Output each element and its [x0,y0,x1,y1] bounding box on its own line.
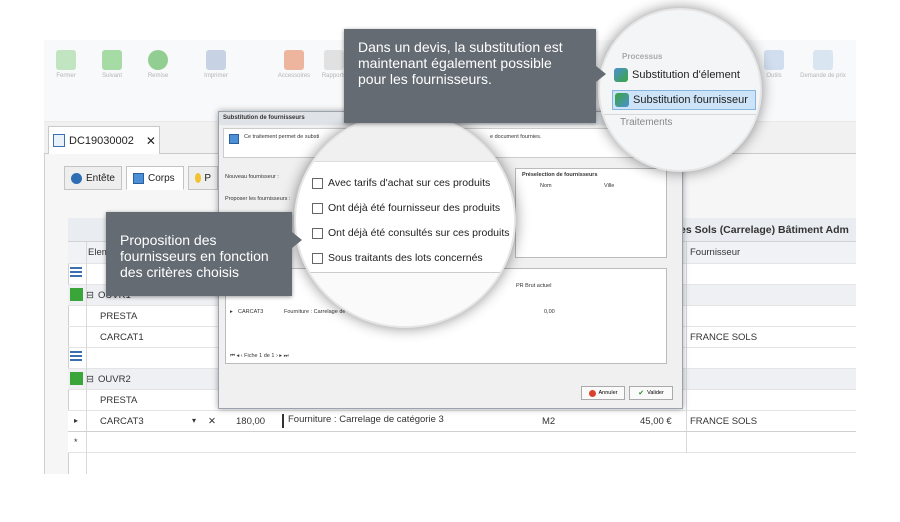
column-divider [86,242,87,474]
checkbox[interactable] [312,202,323,214]
tab-third[interactable]: P [188,166,218,190]
document-tab[interactable]: DC19030002 ✕ [48,126,160,154]
checkbox[interactable] [312,227,323,239]
ribbon-button-accessoires[interactable]: Accessoires [274,50,314,79]
callout-arrow [596,66,606,82]
document-tab-title: DC19030002 [69,134,134,147]
table-row-editing[interactable]: ▸ CARCAT3 ▾ ✕ 180,00 Fourniture : Carrel… [68,411,856,432]
option-deja-consultes[interactable]: Ont déjà été consultés sur ces produits [312,227,510,239]
ribbon-button-demande-prix[interactable]: Demande de prix [798,50,848,79]
expand-icon[interactable]: ⊟ [86,290,94,301]
option-sous-traitants[interactable]: Sous traitants des lots concernés [312,252,483,264]
close-icon[interactable]: ✕ [146,134,156,148]
magnifier-options: Avec tarifs d'achat sur ces produits Ont… [294,112,516,328]
entete-icon [71,172,82,184]
pager[interactable]: ⏮ ◂ ‹ Fiche 1 de 1 › ▸ ⏭ [230,353,289,360]
validate-button[interactable]: ✔ Valider [629,386,673,400]
dropdown-icon[interactable]: ▾ [192,416,196,425]
group-icon [70,372,83,385]
expand-icon[interactable]: ⊟ [86,374,94,385]
callout-top: Dans un devis, la substitution est maint… [344,29,596,123]
checkbox[interactable] [312,177,323,189]
group-icon [70,288,83,301]
tab-entete[interactable]: Entête [64,166,122,190]
magnifier-ribbon: Processus Substitution d'élement Substit… [598,8,762,172]
ribbon-button-fermer[interactable]: Fermer [48,50,84,79]
row-indicator-icon: ▸ [230,309,233,315]
document-icon [53,134,65,147]
callout-arrow [292,232,302,248]
section-icon [70,351,82,363]
proposer-fournisseurs-label: Proposer les fournisseurs : [225,196,291,202]
check-icon: ✔ [638,390,645,397]
column-divider [686,242,687,453]
ribbon-button-remise[interactable]: Remise [140,50,176,79]
column-header-fournisseur[interactable]: Fournisseur [690,247,740,258]
preselection-list[interactable]: Préselection de fournisseurs Nom Ville [515,168,667,258]
info-icon [229,134,239,144]
ribbon-button-suivant[interactable]: Suivant [94,50,130,79]
nouveau-fournisseur-label: Nouveau fournisseur : [225,174,279,180]
third-tab-icon [195,173,202,183]
substitution-fournisseur-icon [615,93,629,107]
checkbox[interactable] [312,252,323,264]
cancel-icon [588,389,596,397]
option-tarifs-achat[interactable]: Avec tarifs d'achat sur ces produits [312,177,490,189]
clear-icon[interactable]: ✕ [208,416,216,427]
cancel-button[interactable]: Annuler [581,386,625,400]
option-deja-fournisseur[interactable]: Ont déjà été fournisseur des produits [312,202,500,214]
corps-icon [133,172,144,184]
row-indicator-icon: ▸ [74,416,79,425]
section-icon [70,267,82,279]
tab-corps[interactable]: Corps [126,166,184,190]
substitution-element-icon [614,68,628,82]
callout-left: Proposition des fournisseurs en fonction… [106,212,292,296]
new-row[interactable]: * [68,432,856,453]
substitution-element-item[interactable]: Substitution d'élement [614,68,740,82]
ribbon-button-imprimer[interactable]: Imprimer [196,50,236,79]
substitution-fournisseur-item[interactable]: Substitution fournisseur [612,90,756,110]
